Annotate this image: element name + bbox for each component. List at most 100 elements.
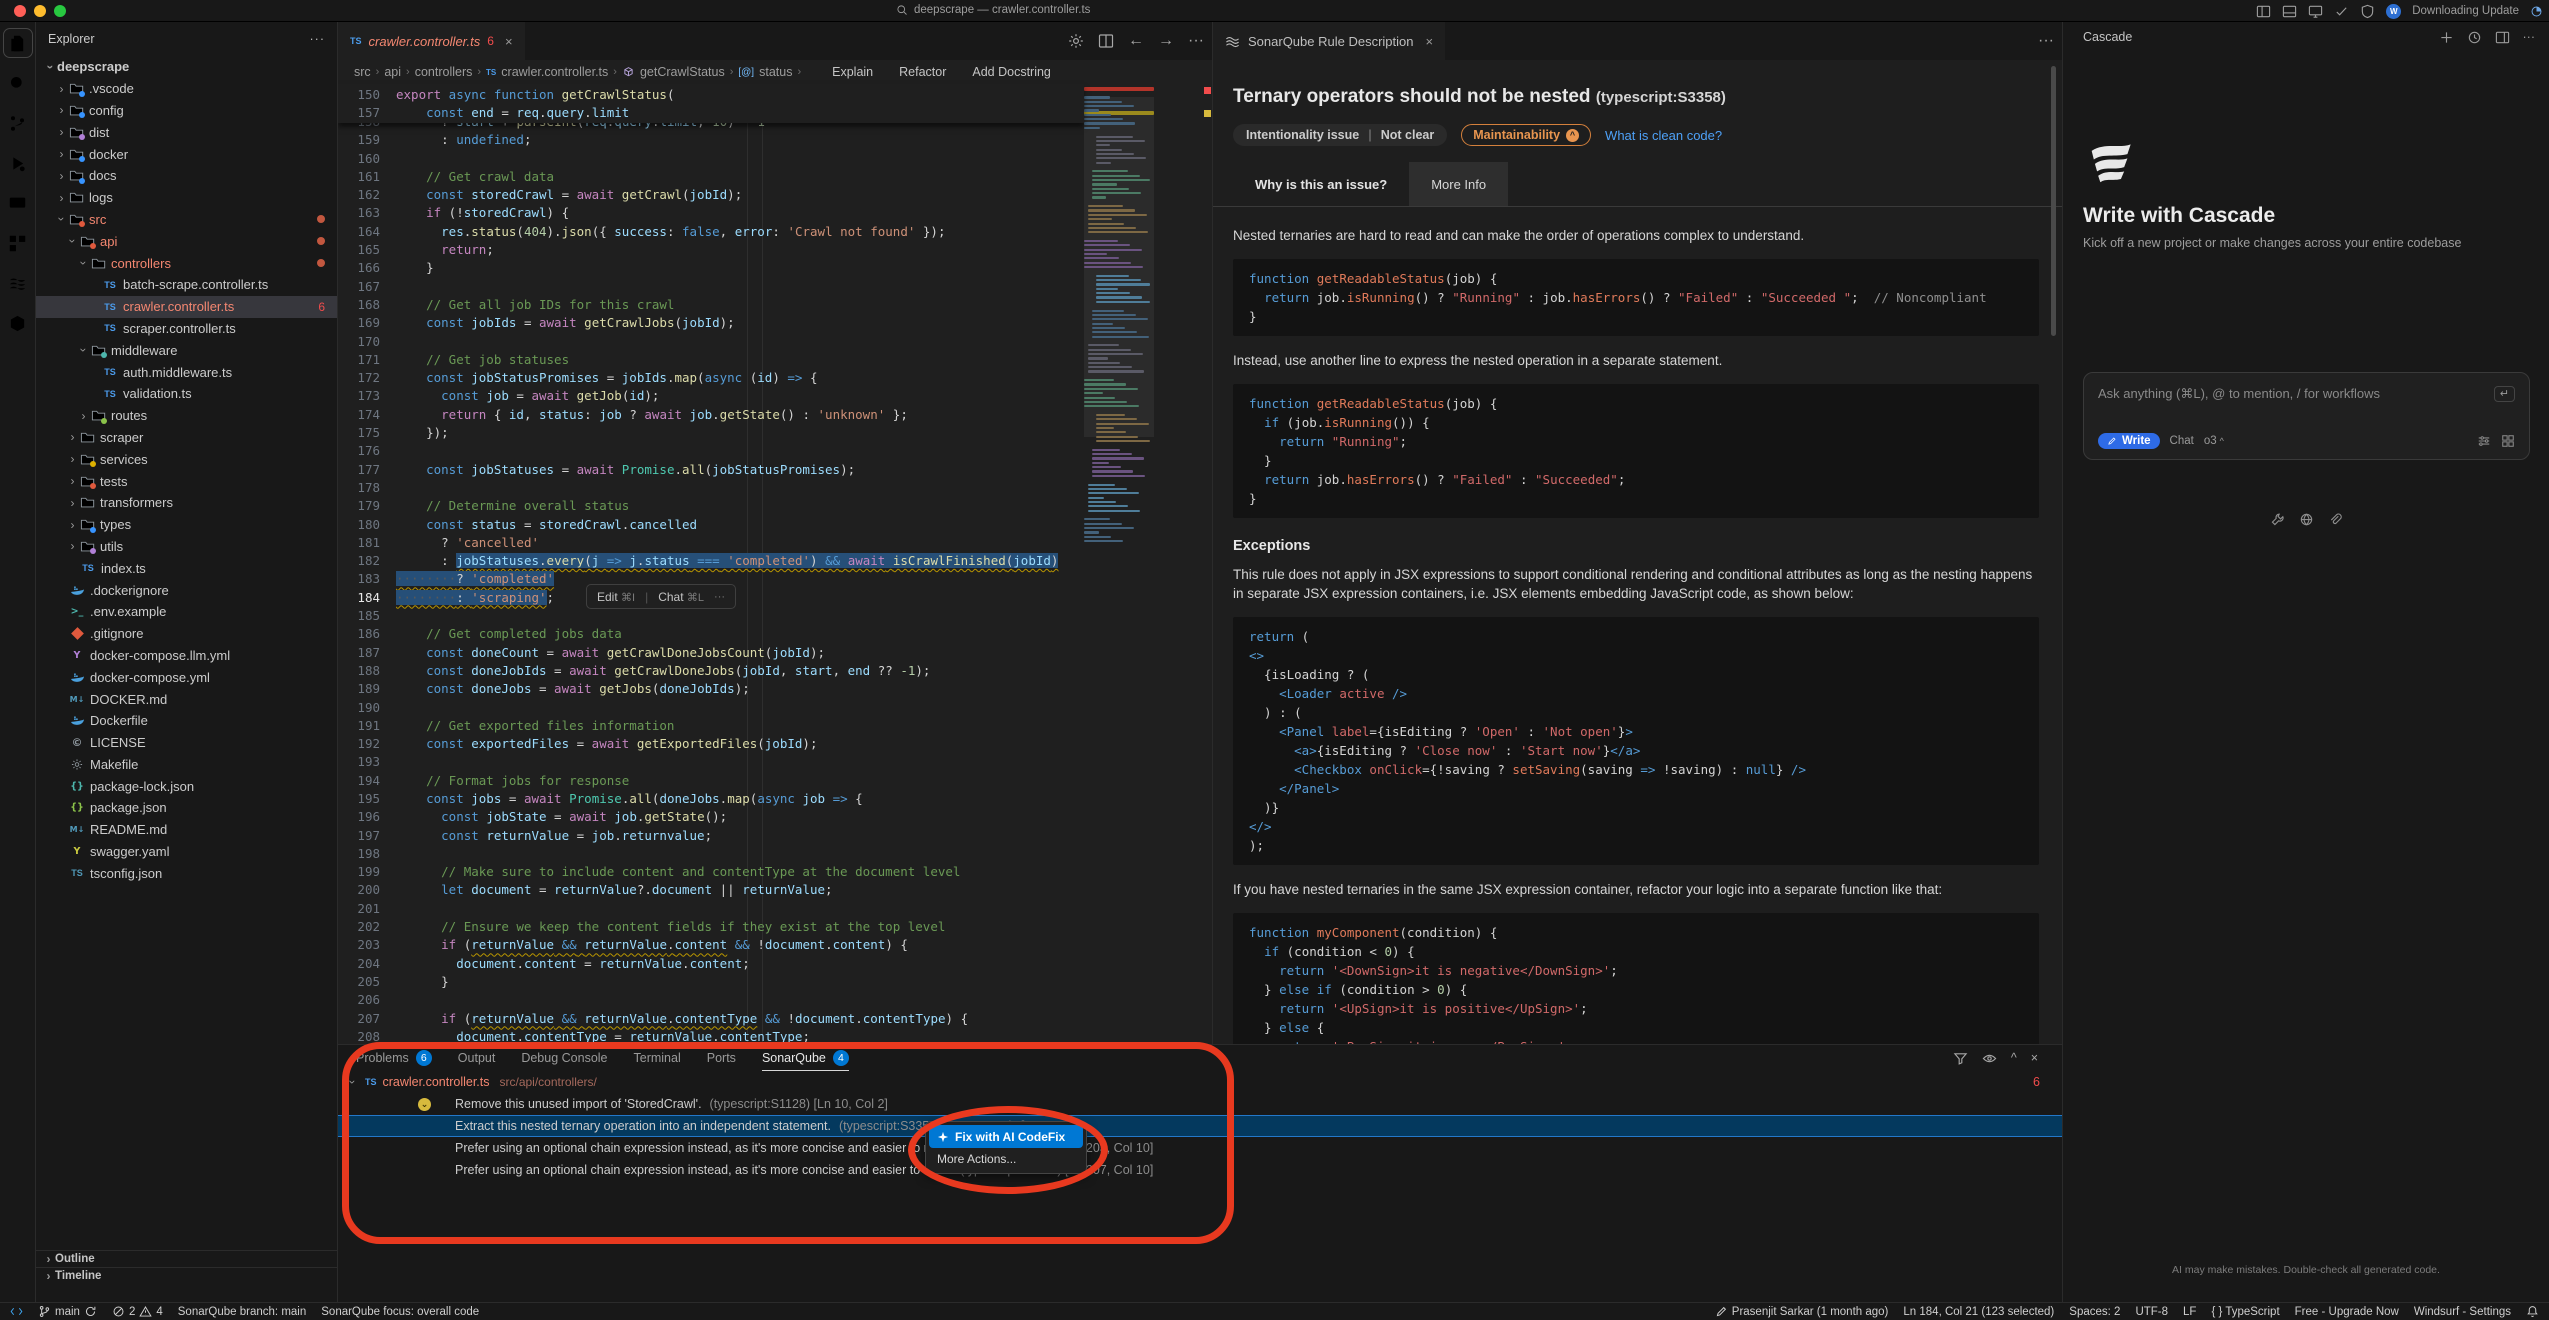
code-line-160[interactable]: 160 (338, 150, 1084, 168)
code-line-172[interactable]: 172 const jobStatusPromises = jobIds.map… (338, 369, 1084, 387)
gear-icon[interactable] (1068, 33, 1084, 49)
tab-why-issue[interactable]: Why is this an issue? (1233, 162, 1409, 206)
tree-item-tests[interactable]: ›tests (36, 470, 337, 492)
code-line-191[interactable]: 191 // Get exported files information (338, 717, 1084, 735)
status-item[interactable]: Ln 184, Col 21 (123 selected) (1903, 1306, 2054, 1318)
code-line-192[interactable]: 192 const exportedFiles = await getExpor… (338, 735, 1084, 753)
code-line-189[interactable]: 189 const doneJobs = await getJobs(doneJ… (338, 680, 1084, 698)
activity-docker-box[interactable] (3, 308, 33, 338)
breadcrumb-status[interactable]: status (759, 65, 792, 79)
close-window-button[interactable] (14, 5, 26, 17)
panel-tab-ports[interactable]: Ports (707, 1045, 736, 1071)
code-line-180[interactable]: 180 const status = storedCrawl.cancelled (338, 516, 1084, 534)
sliders-icon[interactable] (2477, 434, 2491, 448)
code-line-173[interactable]: 173 const job = await getJob(id); (338, 387, 1084, 405)
code-line-206[interactable]: 206 (338, 991, 1084, 1009)
activity-remote-explorer[interactable] (3, 188, 33, 218)
clean-code-link[interactable]: What is clean code? (1605, 128, 1722, 143)
panel-icon[interactable] (2282, 4, 2297, 19)
problem-row-2[interactable]: Extract this nested ternary operation in… (338, 1115, 2062, 1137)
tree-item-docs[interactable]: ›docs (36, 165, 337, 187)
status-item[interactable]: UTF-8 (2135, 1306, 2168, 1318)
tree-item-config[interactable]: ›config (36, 100, 337, 122)
panel-tab-terminal[interactable]: Terminal (634, 1045, 681, 1071)
status-item[interactable]: Windsurf - Settings (2414, 1306, 2511, 1318)
tab-close-icon[interactable]: × (505, 34, 513, 49)
code-line-181[interactable]: 181 ? 'cancelled' (338, 534, 1084, 552)
code-line-207[interactable]: 207 if (returnValue && returnValue.conte… (338, 1010, 1084, 1028)
account-avatar[interactable]: W (2386, 4, 2401, 19)
code-line-174[interactable]: 174 return { id, status: job ? await job… (338, 406, 1084, 424)
code-line-178[interactable]: 178 (338, 479, 1084, 497)
widget-more-icon[interactable]: ··· (714, 591, 725, 603)
code-line-168[interactable]: 168 // Get all job IDs for this crawl (338, 296, 1084, 314)
code-line-162[interactable]: 162 const storedCrawl = await getCrawl(j… (338, 186, 1084, 204)
minimap[interactable] (1084, 84, 1154, 564)
code-line-170[interactable]: 170 (338, 333, 1084, 351)
tree-item--env-example[interactable]: >_.env.example (36, 601, 337, 623)
code-line-171[interactable]: 171 // Get job statuses (338, 351, 1084, 369)
tree-item-validation-ts[interactable]: TSvalidation.ts (36, 383, 337, 405)
tree-item-controllers[interactable]: ›controllers (36, 252, 337, 274)
split-editor-icon[interactable] (1098, 33, 1114, 49)
chat-mode-toggle[interactable]: Chat (2170, 435, 2194, 447)
minimize-window-button[interactable] (34, 5, 46, 17)
filter-icon[interactable] (1953, 1051, 1968, 1066)
code-line-157[interactable]: 157 const end = req.query.limit (338, 104, 1084, 122)
wrench-icon[interactable] (2270, 512, 2285, 527)
code-line-164[interactable]: 164 res.status(404).json({ success: fals… (338, 223, 1084, 241)
model-selector[interactable]: o3^ (2204, 435, 2224, 447)
breadcrumb-src[interactable]: src (354, 65, 371, 79)
chevron-up-icon[interactable]: ^ (2011, 1051, 2017, 1065)
tree-item-package-json[interactable]: {}package.json (36, 797, 337, 819)
more-icon[interactable]: ··· (1188, 32, 1204, 50)
code-line-158[interactable]: 158 ? start + parseInt(req.query.limit, … (338, 122, 1084, 131)
code-line-167[interactable]: 167 (338, 278, 1084, 296)
tree-item-middleware[interactable]: ›middleware (36, 339, 337, 361)
code-line-169[interactable]: 169 const jobIds = await getCrawlJobs(jo… (338, 314, 1084, 332)
code-line-166[interactable]: 166 } (338, 259, 1084, 277)
tree-item-swagger-yaml[interactable]: Yswagger.yaml (36, 841, 337, 863)
fix-with-ai-codefix-item[interactable]: Fix with AI CodeFix (929, 1125, 1083, 1148)
breadcrumb-controllers[interactable]: controllers (415, 65, 473, 79)
problem-row-4[interactable]: Prefer using an optional chain expressio… (338, 1159, 2062, 1181)
cascade-input[interactable]: Ask anything (⌘L), @ to mention, / for w… (2083, 372, 2530, 460)
status-item[interactable] (2526, 1305, 2539, 1318)
tree-item-readme-md[interactable]: M↓README.md (36, 819, 337, 841)
code-line-196[interactable]: 196 const jobState = await job.getState(… (338, 808, 1084, 826)
close-icon[interactable]: × (2031, 1051, 2038, 1065)
code-line-193[interactable]: 193 (338, 753, 1084, 771)
status-item[interactable]: main (38, 1305, 97, 1318)
status-item[interactable]: { } TypeScript (2211, 1306, 2279, 1318)
code-line-177[interactable]: 177 const jobStatuses = await Promise.al… (338, 461, 1084, 479)
code-line-163[interactable]: 163 if (!storedCrawl) { (338, 204, 1084, 222)
activity-run-debug[interactable] (3, 148, 33, 178)
activity-sonarqube-waves[interactable] (3, 268, 33, 298)
tree-item-tsconfig-json[interactable]: TStsconfig.json (36, 862, 337, 884)
section-timeline[interactable]: ›Timeline (36, 1267, 337, 1284)
code-line-208[interactable]: 208 document.contentType = returnValue.c… (338, 1028, 1084, 1044)
check-icon[interactable] (2334, 4, 2349, 19)
code-line-205[interactable]: 205 } (338, 973, 1084, 991)
arrow-right-icon[interactable]: → (1158, 32, 1174, 50)
screen-icon[interactable] (2308, 4, 2323, 19)
code-line-190[interactable]: 190 (338, 699, 1084, 717)
status-item[interactable]: SonarQube focus: overall code (321, 1306, 479, 1318)
status-item[interactable]: SonarQube branch: main (178, 1306, 307, 1318)
code-line-195[interactable]: 195 const jobs = await Promise.all(doneJ… (338, 790, 1084, 808)
scrollbar-thumb[interactable] (2051, 66, 2056, 336)
status-item[interactable]: LF (2183, 1306, 2196, 1318)
shield-icon[interactable] (2360, 4, 2375, 19)
status-item[interactable]: Free - Upgrade Now (2295, 1306, 2399, 1318)
status-item[interactable]: Prasenjit Sarkar (1 month ago) (1715, 1305, 1889, 1318)
breadcrumb-crawler-controller-ts[interactable]: crawler.controller.ts (501, 65, 608, 79)
panel-tab-sonarqube[interactable]: SonarQube4 (762, 1045, 849, 1071)
tree-item-dockerfile[interactable]: Dockerfile (36, 710, 337, 732)
lens-add-docstring[interactable]: Add Docstring (972, 65, 1051, 79)
status-item[interactable] (10, 1305, 23, 1318)
section-outline[interactable]: ›Outline (36, 1250, 337, 1267)
tree-item-auth-middleware-ts[interactable]: TSauth.middleware.ts (36, 361, 337, 383)
tree-item-scraper-controller-ts[interactable]: TSscraper.controller.ts (36, 318, 337, 340)
activity-extensions[interactable] (3, 228, 33, 258)
columns-icon[interactable] (2256, 4, 2271, 19)
